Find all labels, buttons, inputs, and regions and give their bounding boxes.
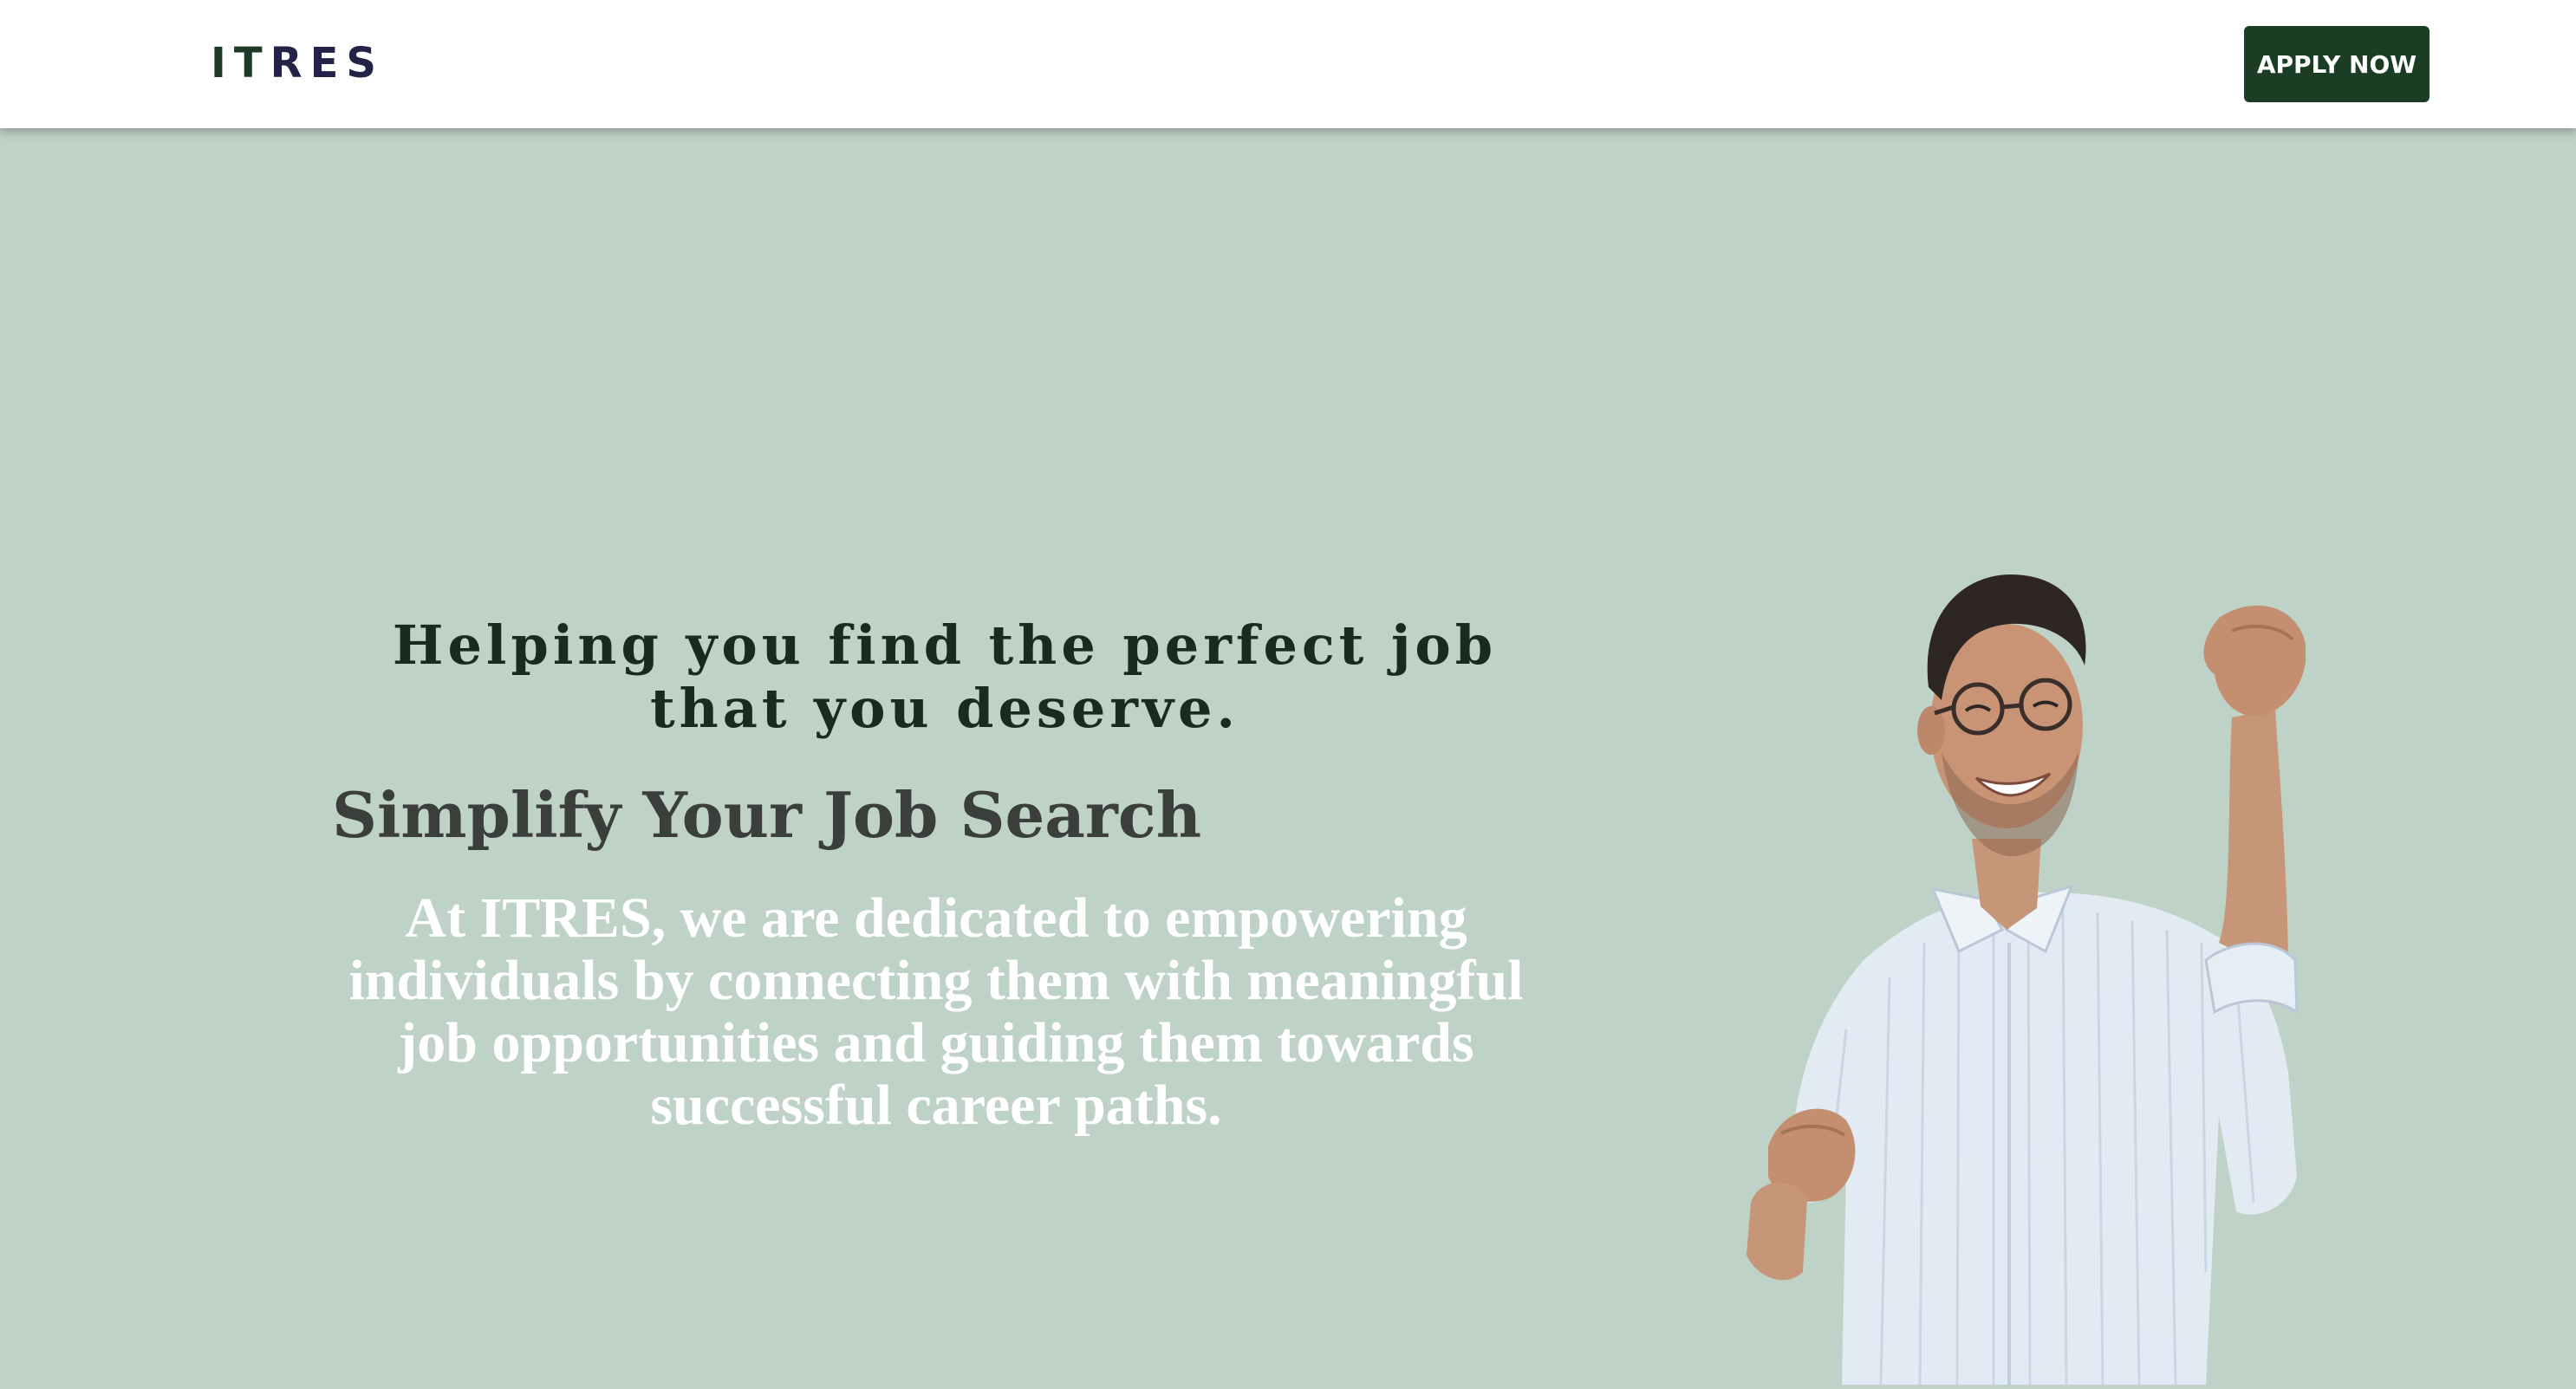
apply-now-button[interactable]: APPLY NOW — [2244, 26, 2430, 102]
logo-part-1: IT — [211, 39, 270, 88]
site-header: ITRES APPLY NOW — [0, 0, 2576, 128]
logo-part-2: RES — [270, 39, 384, 88]
itres-logo[interactable]: ITRES — [211, 35, 384, 92]
smiling-man-image — [1747, 574, 2306, 1386]
hero-section: Helping you find the perfect job that yo… — [0, 128, 2576, 1386]
hero-subheadline: Simplify Your Job Search — [332, 778, 1202, 852]
hero-description: At ITRES, we are dedicated to empowering… — [348, 886, 1524, 1137]
hero-headline: Helping you find the perfect job that yo… — [392, 613, 1498, 740]
